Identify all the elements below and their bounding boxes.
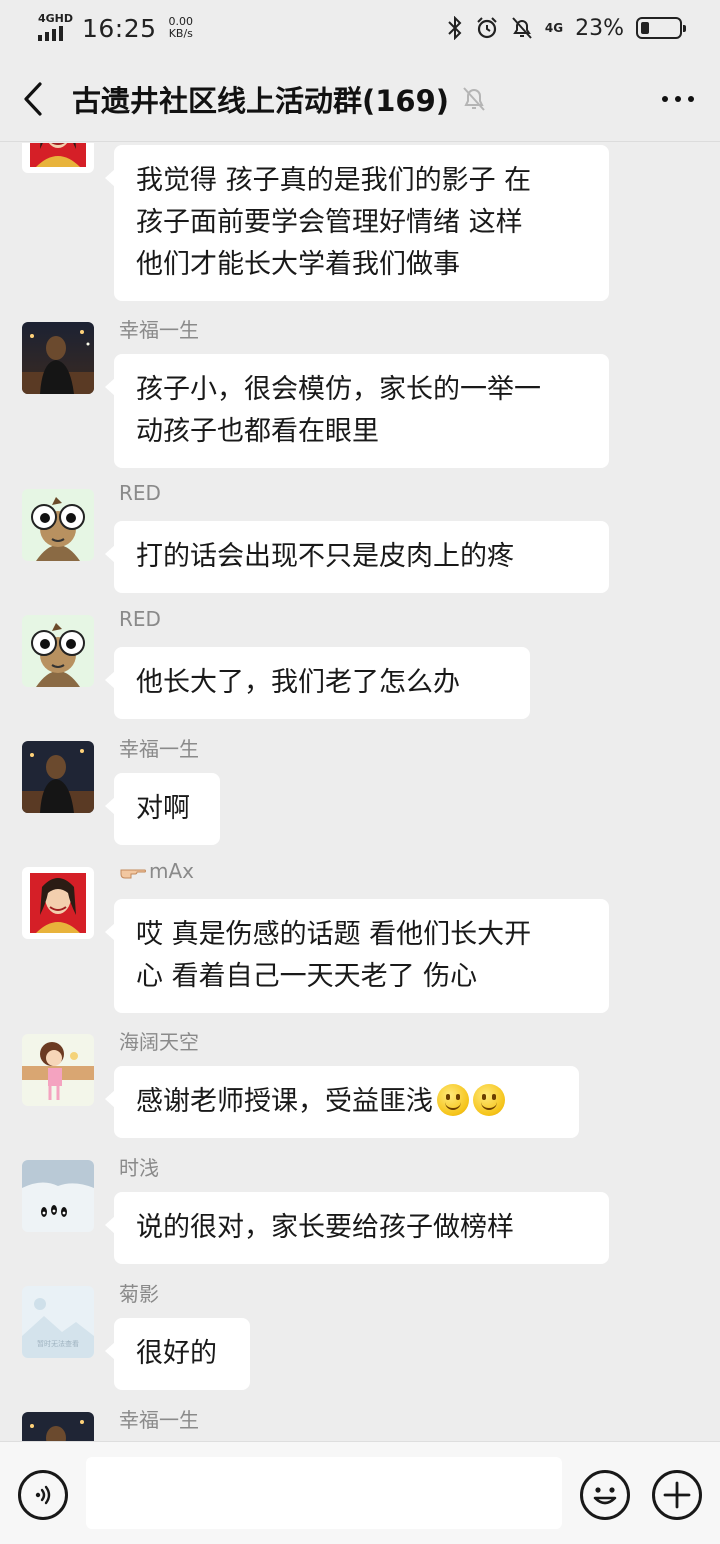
back-button[interactable] bbox=[22, 79, 52, 119]
chat-title: 古遗井社区线上活动群(169) bbox=[72, 83, 450, 118]
message-line: 孩子小，很会模仿，家长的一举一 bbox=[136, 374, 541, 405]
chevron-left-icon bbox=[24, 81, 42, 116]
smile-emoji-icon bbox=[437, 1084, 469, 1116]
avatar[interactable] bbox=[22, 615, 94, 687]
message-bubble[interactable]: 感谢老师授课，受益匪浅 bbox=[105, 1066, 579, 1138]
battery-percent: 23% bbox=[575, 15, 624, 41]
sender-name: 幸福一生 bbox=[119, 737, 199, 761]
message-line: 感谢老师授课，受益匪浅 bbox=[136, 1081, 557, 1123]
bell-muted-icon bbox=[461, 85, 487, 113]
avatar[interactable] bbox=[22, 1034, 94, 1106]
sender-name: 幸福一生 bbox=[119, 1408, 199, 1432]
message-bubble[interactable]: 说的很对，家长要给孩子做榜样 bbox=[105, 1192, 609, 1264]
voice-icon bbox=[35, 1485, 51, 1505]
avatar[interactable] bbox=[22, 143, 94, 173]
more-button[interactable] bbox=[658, 79, 698, 119]
avatar[interactable] bbox=[22, 741, 94, 813]
more-dots-icon bbox=[662, 95, 668, 102]
message-line: 哎 真是伤感的话题 看他们长大开 bbox=[136, 919, 532, 950]
message-line: 他长大了，我们老了怎么办 bbox=[136, 667, 460, 698]
smile-emoji-icon bbox=[473, 1084, 505, 1116]
sender-name: 时浅 bbox=[119, 1156, 159, 1180]
voice-button[interactable] bbox=[18, 1470, 68, 1520]
message-line: 很好的 bbox=[136, 1338, 217, 1369]
network-type: 4GHD bbox=[38, 12, 74, 25]
message-bubble[interactable]: 他长大了，我们老了怎么办 bbox=[105, 647, 530, 719]
silent-icon bbox=[511, 16, 533, 40]
more-functions-button[interactable] bbox=[652, 1470, 702, 1520]
sender-name: RED bbox=[119, 481, 161, 505]
svg-text:暂时无法查看: 暂时无法查看 bbox=[37, 1339, 79, 1348]
avatar[interactable]: 暂时无法查看 bbox=[22, 1286, 94, 1358]
chat-header: 古遗井社区线上活动群(169) bbox=[0, 56, 720, 142]
signal-icon: 4GHD bbox=[38, 12, 74, 43]
message-line: 孩子面前要学会管理好情绪 这样 bbox=[136, 207, 523, 238]
message-bubble[interactable]: 孩子小，很会模仿，家长的一举一 动孩子也都看在眼里 bbox=[105, 354, 609, 468]
mobile-data-icon: 4G bbox=[544, 21, 564, 35]
message-line: 心 看着自己一天天老了 伤心 bbox=[136, 961, 478, 992]
message-bubble[interactable]: 打的话会出现不只是皮肉上的疼 bbox=[105, 521, 609, 593]
message-bubble[interactable]: 很好的 bbox=[105, 1318, 250, 1390]
message-line: 他们才能长大学着我们做事 bbox=[136, 249, 460, 280]
avatar[interactable] bbox=[22, 322, 94, 394]
message-line: 我觉得 孩子真的是我们的影子 在 bbox=[136, 165, 532, 196]
message-bubble[interactable]: 对啊 bbox=[105, 773, 220, 845]
avatar[interactable] bbox=[22, 1160, 94, 1232]
avatar[interactable] bbox=[22, 867, 94, 939]
battery-icon bbox=[636, 17, 686, 39]
avatar[interactable] bbox=[22, 1412, 94, 1441]
emoji-button[interactable] bbox=[580, 1470, 630, 1520]
message-bubble[interactable]: 我觉得 孩子真的是我们的影子 在 孩子面前要学会管理好情绪 这样 他们才能长大学… bbox=[105, 145, 609, 301]
bluetooth-icon bbox=[447, 16, 463, 40]
network-speed: 0.00 KB/s bbox=[168, 15, 194, 40]
pointing-hand-icon bbox=[120, 869, 146, 879]
sender-name: 幸福一生 bbox=[119, 318, 199, 342]
message-line: 说的很对，家长要给孩子做榜样 bbox=[136, 1212, 514, 1243]
emoji-icon bbox=[593, 1487, 617, 1505]
alarm-icon bbox=[475, 16, 499, 40]
status-bar: 4GHD 16:25 0.00 KB/s 4G 23% bbox=[0, 0, 720, 56]
plus-icon bbox=[663, 1481, 691, 1509]
message-line: 对啊 bbox=[136, 793, 190, 824]
avatar[interactable] bbox=[22, 489, 94, 561]
sender-name: 海阔天空 bbox=[119, 1030, 199, 1054]
input-bar bbox=[0, 1441, 720, 1544]
message-input[interactable] bbox=[86, 1457, 562, 1529]
sender-name: mAx bbox=[119, 859, 194, 883]
message-line: 打的话会出现不只是皮肉上的疼 bbox=[136, 541, 514, 572]
message-list[interactable]: 我觉得 孩子真的是我们的影子 在 孩子面前要学会管理好情绪 这样 他们才能长大学… bbox=[0, 143, 720, 1441]
message-line: 动孩子也都看在眼里 bbox=[136, 416, 379, 447]
sender-name: RED bbox=[119, 607, 161, 631]
clock: 16:25 bbox=[82, 13, 157, 43]
message-bubble[interactable]: 哎 真是伤感的话题 看他们长大开 心 看着自己一天天老了 伤心 bbox=[105, 899, 609, 1013]
sender-name: 菊影 bbox=[119, 1282, 159, 1306]
